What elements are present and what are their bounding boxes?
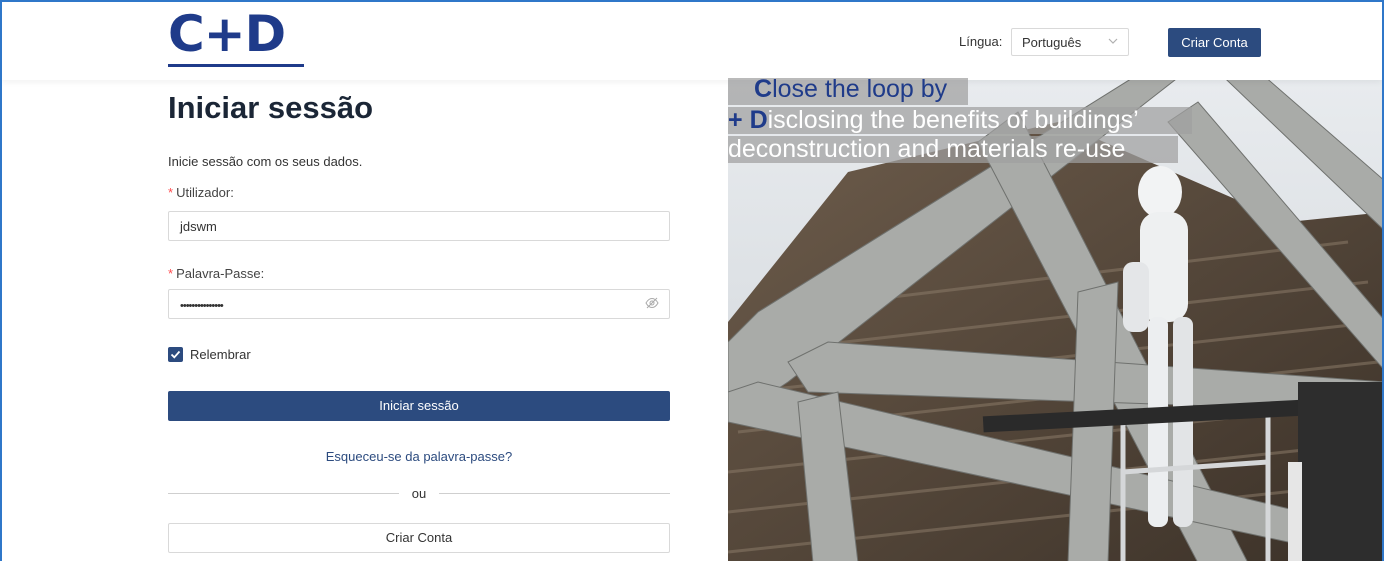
tagline-line2: + Disclosing the benefits of buildings’ — [728, 106, 1139, 134]
chevron-down-icon — [1108, 36, 1118, 49]
check-icon — [170, 350, 181, 359]
password-input[interactable]: ••••••••••••••• — [168, 289, 670, 319]
eye-slash-icon[interactable] — [645, 296, 659, 310]
language-selected-value: Português — [1022, 35, 1082, 50]
required-marker: * — [168, 185, 174, 200]
password-label: * Palavra-Passe: — [168, 266, 265, 281]
login-subtitle: Inicie sessão com os seus dados. — [168, 154, 363, 169]
forgot-password-link[interactable]: Esqueceu-se da palavra-passe? — [168, 449, 670, 464]
username-input[interactable]: jdswm — [168, 211, 670, 241]
username-value: jdswm — [180, 219, 217, 234]
app-frame: C+D Língua: Português Criar Conta Inicia… — [0, 0, 1384, 561]
password-value: ••••••••••••••• — [180, 300, 224, 312]
divider-text: ou — [411, 486, 427, 501]
remember-checkbox[interactable] — [168, 347, 183, 362]
required-marker: * — [168, 266, 174, 281]
tagline-line3: deconstruction and materials re-use — [728, 135, 1126, 163]
language-select[interactable]: Português — [1011, 28, 1129, 56]
tagline-banner: Close the loop by + Disclosing the benef… — [728, 62, 1192, 163]
page-title: Iniciar sessão — [168, 90, 374, 125]
username-label: * Utilizador: — [168, 185, 234, 200]
or-divider: ou — [168, 486, 670, 501]
login-button[interactable]: Iniciar sessão — [168, 391, 670, 421]
language-label: Língua: — [959, 34, 1003, 49]
logo-underline — [168, 64, 304, 67]
logo-text: C+D — [168, 5, 286, 63]
header-create-account-button[interactable]: Criar Conta — [1168, 28, 1261, 57]
tagline-line1: Close the loop by — [754, 75, 948, 103]
create-account-button[interactable]: Criar Conta — [168, 523, 670, 553]
logo[interactable]: C+D — [168, 6, 304, 68]
remember-label[interactable]: Relembrar — [190, 347, 251, 362]
